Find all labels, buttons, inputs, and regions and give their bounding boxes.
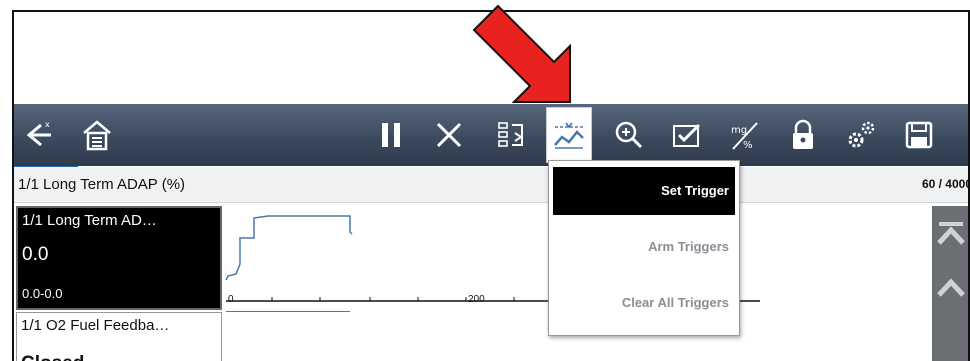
selected-pid-title: 1/1 Long Term ADAP (%) <box>18 176 186 193</box>
save-icon[interactable] <box>896 110 942 160</box>
callout-arrow-icon <box>472 4 571 103</box>
pid-name: 1/1 O2 Fuel Feedba… <box>21 317 170 334</box>
home-icon[interactable] <box>74 110 120 160</box>
graph-tick-label: 200 <box>468 294 485 305</box>
back-icon[interactable]: x <box>16 110 62 160</box>
toolbar: x mg% <box>14 104 968 169</box>
clear-all-triggers-menu-item[interactable]: Clear All Triggers <box>553 279 735 327</box>
scrollbar[interactable] <box>932 206 968 361</box>
svg-text:x: x <box>45 120 50 129</box>
sort-icon[interactable] <box>488 110 534 160</box>
settings-icon[interactable] <box>838 110 884 160</box>
arm-triggers-menu-item[interactable]: Arm Triggers <box>553 223 735 271</box>
units-icon[interactable]: mg% <box>722 110 768 160</box>
pid-tile[interactable]: 1/1 Long Term AD… 0.0 0.0-0.0 <box>16 206 222 310</box>
pid-range: 0.0-0.0 <box>22 286 63 301</box>
scroll-up-icon[interactable] <box>932 266 968 310</box>
set-trigger-menu-item[interactable]: Set Trigger <box>553 167 735 215</box>
trigger-icon[interactable] <box>546 107 592 163</box>
pid-value: 0.0 <box>22 244 49 265</box>
pid-graph-trace <box>225 215 353 281</box>
clear-icon[interactable] <box>426 110 472 160</box>
scroll-top-icon[interactable] <box>932 212 968 256</box>
svg-text:%: % <box>743 140 753 151</box>
pause-icon[interactable] <box>368 110 414 160</box>
lock-icon[interactable] <box>780 110 826 160</box>
data-list-header: 1/1 Long Term ADAP (%) 60 / 4000 <box>14 167 970 203</box>
zoom-icon[interactable] <box>606 110 652 160</box>
graph-tick-label: 0 <box>228 294 234 305</box>
pid-name: 1/1 Long Term AD… <box>22 212 157 229</box>
frame-counter: 60 / 4000 <box>921 177 970 191</box>
pid-value: Closed <box>21 353 84 361</box>
trigger-menu: Set Trigger Arm Triggers Clear All Trigg… <box>548 160 740 336</box>
svg-text:mg: mg <box>731 125 747 136</box>
select-icon[interactable] <box>664 110 710 160</box>
pid-tile[interactable]: 1/1 O2 Fuel Feedba… Closed <box>16 312 222 361</box>
